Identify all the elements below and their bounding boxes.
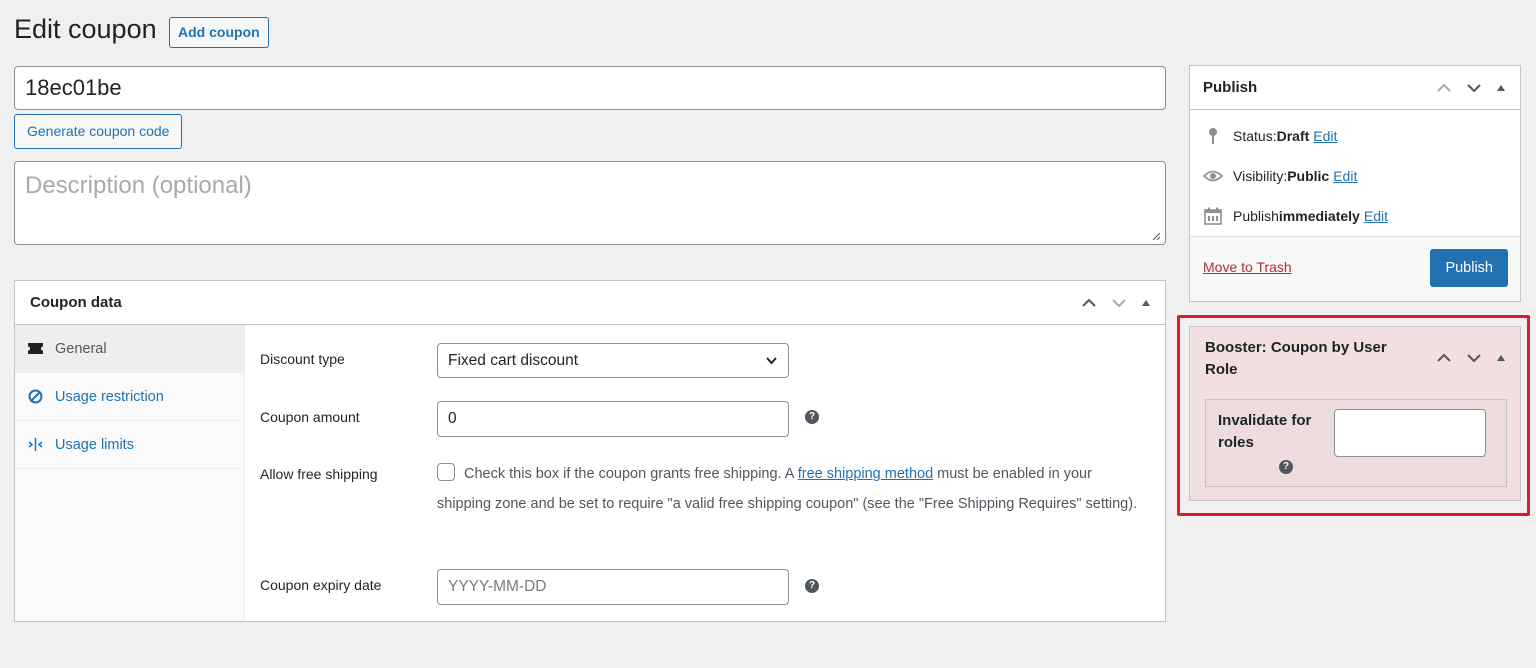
expiry-date-input[interactable]: YYYY-MM-DD	[437, 569, 789, 605]
limits-icon	[27, 437, 43, 453]
ticket-icon	[27, 341, 43, 357]
publish-date-edit-link[interactable]: Edit	[1364, 208, 1388, 224]
publish-label: Publish	[1233, 208, 1279, 224]
publish-header: Publish	[1190, 66, 1520, 110]
coupon-code-input[interactable]: 18ec01be	[14, 66, 1166, 110]
coupon-data-tabs: General Usage restriction Usage limits	[15, 325, 245, 621]
move-down-icon[interactable]	[1466, 350, 1482, 366]
coupon-amount-label: Coupon amount	[260, 409, 360, 425]
description-placeholder: Description (optional)	[25, 172, 252, 199]
publish-panel: Publish Status: Draft Edit Visibility: Pu…	[1189, 65, 1521, 302]
free-shipping-description: Check this box if the coupon grants free…	[437, 459, 1147, 519]
chevron-down-icon	[766, 357, 777, 365]
block-icon	[27, 389, 43, 405]
booster-title: Booster: Coupon by User Role	[1205, 339, 1387, 378]
invalidate-roles-input[interactable]	[1334, 409, 1486, 457]
coupon-data-panel: Coupon data General Usage restriction Us…	[14, 280, 1166, 622]
discount-type-value: Fixed cart discount	[448, 352, 579, 369]
page-title: Edit coupon	[14, 14, 157, 44]
booster-settings-table: Invalidate for roles ?	[1205, 399, 1507, 487]
eye-icon	[1203, 166, 1223, 186]
description-textarea[interactable]: Description (optional)	[14, 161, 1166, 245]
publish-button[interactable]: Publish	[1430, 249, 1508, 287]
visibility-label: Visibility:	[1233, 168, 1288, 184]
publish-date-row: Publish immediately Edit	[1203, 206, 1388, 226]
booster-coupon-by-user-role-panel: Booster: Coupon by User Role Invalidate …	[1189, 326, 1521, 501]
general-fields: Discount type Fixed cart discount Coupon…	[245, 325, 1165, 621]
status-value: Draft	[1276, 128, 1310, 144]
generate-coupon-code-button[interactable]: Generate coupon code	[14, 114, 183, 149]
tab-general-label: General	[55, 340, 107, 357]
discount-type-label: Discount type	[260, 351, 345, 367]
calendar-icon	[1203, 206, 1223, 226]
toggle-panel-icon[interactable]	[1496, 83, 1506, 93]
move-down-icon[interactable]	[1111, 295, 1127, 311]
toggle-panel-icon[interactable]	[1496, 353, 1506, 363]
move-to-trash-link[interactable]: Move to Trash	[1203, 259, 1292, 275]
add-coupon-button[interactable]: Add coupon	[169, 17, 269, 48]
move-down-icon[interactable]	[1466, 80, 1482, 96]
pin-icon	[1203, 126, 1223, 146]
status-row: Status: Draft Edit	[1203, 126, 1337, 146]
publish-actions: Move to Trash Publish	[1190, 236, 1520, 301]
free-shipping-text: Check this box if the coupon grants free…	[464, 466, 798, 482]
coupon-data-title: Coupon data	[30, 294, 122, 311]
status-label: Status:	[1233, 128, 1277, 144]
visibility-edit-link[interactable]: Edit	[1333, 168, 1357, 184]
resize-grip-icon[interactable]	[1152, 232, 1161, 241]
visibility-value: Public	[1287, 168, 1330, 184]
discount-type-select[interactable]: Fixed cart discount	[437, 343, 789, 378]
expiry-help-icon[interactable]: ?	[805, 579, 819, 593]
tab-usage-restriction-label: Usage restriction	[55, 388, 164, 405]
coupon-data-header: Coupon data	[15, 281, 1165, 325]
tab-usage-limits[interactable]: Usage limits	[15, 421, 244, 469]
publish-value: immediately	[1278, 208, 1360, 224]
toggle-panel-icon[interactable]	[1141, 298, 1151, 308]
move-up-icon[interactable]	[1436, 350, 1452, 366]
tab-usage-limits-label: Usage limits	[55, 436, 134, 453]
amount-help-icon[interactable]: ?	[805, 410, 819, 424]
visibility-row: Visibility: Public Edit	[1203, 166, 1357, 186]
free-shipping-label: Allow free shipping	[260, 466, 378, 482]
status-edit-link[interactable]: Edit	[1313, 128, 1337, 144]
publish-title: Publish	[1203, 79, 1258, 96]
invalidate-for-roles-label: Invalidate for roles	[1218, 412, 1312, 451]
move-up-icon[interactable]	[1436, 80, 1452, 96]
move-up-icon[interactable]	[1081, 295, 1097, 311]
invalidate-help-icon[interactable]: ?	[1279, 460, 1293, 474]
expiry-date-label: Coupon expiry date	[260, 577, 382, 593]
tab-usage-restriction[interactable]: Usage restriction	[15, 373, 244, 421]
coupon-amount-input[interactable]: 0	[437, 401, 789, 437]
free-shipping-method-link[interactable]: free shipping method	[798, 466, 933, 482]
tab-general[interactable]: General	[15, 325, 244, 373]
